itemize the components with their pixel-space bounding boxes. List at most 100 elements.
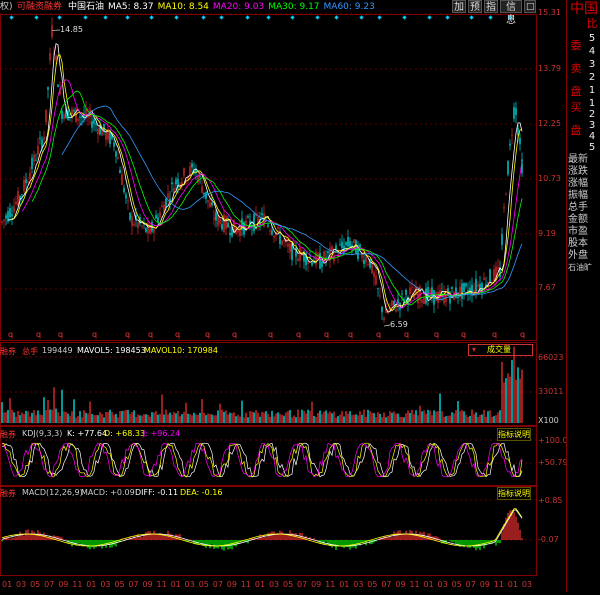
macd-help-button[interactable]: 指标说明	[497, 487, 531, 500]
price-tick: 12.25	[538, 119, 561, 128]
volume-bar	[25, 411, 26, 423]
x-tick: 07	[44, 580, 54, 589]
macd-histogram-bar	[217, 540, 218, 548]
event-marker-icon	[427, 15, 431, 19]
macd-histogram-bar	[135, 538, 136, 540]
macd-histogram-bar	[353, 540, 354, 547]
volume-bar	[171, 415, 172, 423]
volume-bar	[111, 412, 112, 423]
macd-histogram-bar	[457, 540, 458, 544]
macd-histogram-bar	[215, 540, 216, 548]
volume-bar	[107, 412, 108, 423]
volume-bar	[413, 414, 414, 423]
macd-histogram-bar	[481, 540, 482, 545]
candle-body	[113, 142, 114, 146]
volume-bar	[121, 411, 122, 423]
x-tick: 03	[522, 580, 532, 589]
volume-bar	[381, 417, 382, 423]
candle-body	[35, 160, 36, 161]
kline-chart[interactable]: qqqqqqqqqqqqqqqqqqq	[0, 0, 538, 592]
candle-body	[519, 138, 520, 144]
chart-area[interactable]: qqqqqqqqqqqqqqqqqqq	[0, 0, 538, 592]
volume-bar	[87, 414, 88, 423]
macd-histogram-bar	[411, 531, 412, 540]
volume-bar	[425, 414, 426, 423]
candle-body	[105, 131, 106, 139]
volume-indicator-dropdown[interactable]: 成交量▾	[468, 344, 533, 356]
macd-histogram-bar	[25, 530, 26, 540]
margin-trading-tag[interactable]: 可融资融券	[17, 1, 62, 13]
volume-bar	[415, 410, 416, 423]
volume-bar	[175, 413, 176, 423]
volume-bar	[33, 410, 34, 423]
add-button[interactable]: 加	[452, 0, 466, 13]
side-item-pct: 涨幅	[568, 178, 600, 189]
sell-label-1: 委	[569, 40, 583, 52]
macd-histogram-bar	[23, 535, 24, 540]
volume-bar	[39, 414, 40, 423]
macd-histogram-bar	[265, 537, 266, 540]
volume-bar	[103, 417, 104, 423]
collapse-icon[interactable]: □	[524, 0, 536, 13]
volume-bar	[451, 412, 452, 423]
candle-body	[477, 284, 478, 286]
candle-body	[37, 146, 38, 155]
volume-bar	[519, 378, 520, 423]
volume-bar	[509, 377, 510, 423]
volume-bar	[19, 415, 20, 423]
macd-histogram-bar	[409, 530, 410, 540]
candle-body	[189, 166, 190, 175]
volume-bar	[257, 413, 258, 423]
volume-bar	[357, 415, 358, 423]
macd-histogram-bar	[183, 539, 184, 540]
x-tick: 03	[100, 580, 110, 589]
volume-bar	[261, 412, 262, 423]
macd-histogram-bar	[205, 540, 206, 548]
x-tick: 11	[157, 580, 167, 589]
sell-label-3: 盘	[569, 86, 583, 98]
candle-body	[57, 85, 58, 87]
volume-bar	[317, 413, 318, 423]
macd-histogram-bar	[515, 516, 516, 540]
volume-bar	[313, 416, 314, 423]
high-price-label: 14.85	[60, 25, 83, 34]
event-marker-icon	[266, 15, 270, 19]
forecast-button[interactable]: 预	[468, 0, 482, 13]
candle-body	[47, 87, 48, 90]
candle-body	[73, 110, 74, 111]
volume-bar	[213, 415, 214, 423]
volume-bar	[235, 416, 236, 423]
quote-side-panel: 中国 比 委 卖 盘 5 4 3 2 1 买 盘 1 2 3 4 5 最新 涨跌…	[566, 0, 600, 592]
price-tick: 9.19	[538, 229, 556, 238]
volume-bar	[457, 401, 458, 423]
kdj-tag: 融券	[0, 429, 16, 440]
kdj-help-button[interactable]: 指标说明	[497, 428, 531, 441]
candle-body	[223, 215, 224, 232]
macd-histogram-bar	[351, 540, 352, 548]
macd-histogram-bar	[145, 532, 146, 540]
volume-bar	[515, 380, 516, 423]
macd-histogram-bar	[449, 540, 450, 541]
volume-bar	[277, 412, 278, 423]
info-button[interactable]: 信息	[500, 0, 522, 13]
sell-level-5: 5	[585, 33, 599, 44]
volume-bar	[467, 417, 468, 423]
volume-bar	[371, 413, 372, 423]
volume-bar	[131, 412, 132, 423]
x-tick: 05	[114, 580, 124, 589]
volume-bar	[43, 397, 44, 423]
candle-body	[379, 296, 380, 297]
candle-body	[201, 187, 202, 193]
volume-bar	[169, 413, 170, 423]
x-tick: 11	[241, 580, 251, 589]
macd-histogram-bar	[407, 534, 408, 540]
macd-histogram-bar	[107, 540, 108, 545]
volume-bar	[385, 417, 386, 423]
candle-body	[339, 244, 340, 245]
stock-name: 中国石油	[68, 1, 104, 13]
candle-body	[505, 194, 506, 195]
indicator-button[interactable]: 指	[484, 0, 498, 13]
candle-body	[509, 144, 510, 146]
candle-body	[513, 107, 514, 119]
candle-body	[79, 117, 80, 118]
